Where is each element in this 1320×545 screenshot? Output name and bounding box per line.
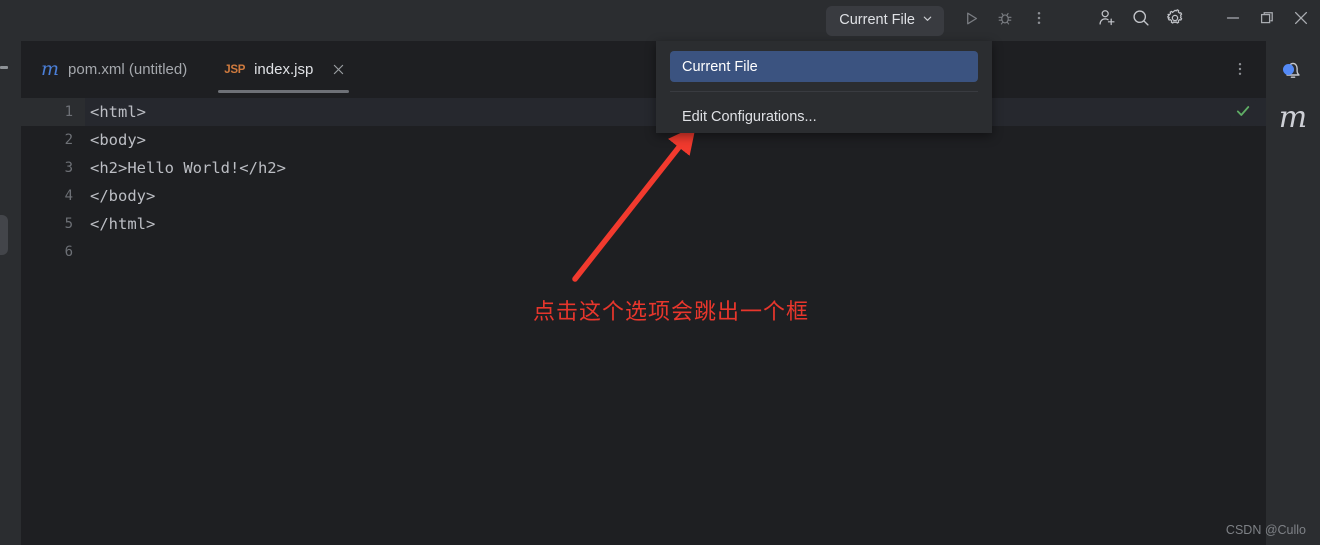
annotation-text: 点击这个选项会跳出一个框 — [533, 300, 810, 325]
editor-tab-bar: m pom.xml (untitled) JSP index.jsp — [21, 41, 1266, 98]
minimize-button[interactable] — [1218, 6, 1248, 36]
maven-tool-icon: m — [1278, 100, 1308, 135]
add-user-icon — [1097, 8, 1117, 33]
run-button[interactable] — [956, 6, 986, 36]
code-line[interactable]: 1 <html> — [21, 98, 1266, 126]
line-number: 5 — [64, 216, 73, 232]
notifications-button[interactable] — [1266, 48, 1320, 92]
more-vertical-icon — [1232, 61, 1248, 82]
close-button[interactable] — [1286, 6, 1316, 36]
system-actions-group — [1088, 6, 1190, 36]
run-configuration-selector[interactable]: Current File — [826, 5, 944, 36]
close-icon — [1291, 8, 1311, 33]
maven-file-icon: m — [41, 58, 60, 80]
gear-icon — [1165, 8, 1185, 33]
line-content: <body> — [90, 131, 146, 149]
editor-tab-label: index.jsp — [254, 61, 314, 78]
run-play-icon — [963, 10, 980, 32]
code-line[interactable]: 5 </html> — [21, 210, 1266, 238]
line-number: 6 — [64, 244, 73, 260]
editor-tab-pom-xml[interactable]: m pom.xml (untitled) — [21, 41, 204, 98]
run-actions-group — [952, 6, 1054, 36]
add-user-button[interactable] — [1092, 6, 1122, 36]
collapsed-tool-window-marker[interactable] — [0, 66, 8, 69]
more-vertical-icon — [1031, 10, 1047, 31]
active-tab-indicator — [218, 90, 350, 93]
checkmark-icon — [1234, 102, 1252, 125]
dropdown-item-label: Edit Configurations... — [682, 108, 817, 125]
window-controls-group — [1214, 6, 1316, 36]
editor-tab-label: pom.xml (untitled) — [68, 61, 188, 78]
settings-button[interactable] — [1160, 6, 1190, 36]
dropdown-item-label: Current File — [682, 58, 758, 75]
line-content: <html> — [90, 103, 146, 121]
dropdown-item-current-file[interactable]: Current File — [670, 51, 978, 82]
tab-list-more-button[interactable] — [1228, 59, 1252, 83]
notifications-bell-icon — [1280, 57, 1306, 83]
ide-window: Current File m m pom.xml (untitled) JSP … — [0, 0, 1320, 545]
code-lines: 1 <html> 2 <body> 3 <h2>Hello World!</h2… — [21, 98, 1266, 266]
line-number: 2 — [64, 132, 73, 148]
line-content: </html> — [90, 215, 156, 233]
debug-bug-icon — [996, 9, 1014, 32]
dropdown-separator — [670, 91, 978, 92]
run-configuration-label: Current File — [839, 12, 915, 29]
right-tool-stripe: m — [1266, 41, 1320, 545]
watermark-label: CSDN @Cullo — [1225, 523, 1306, 537]
code-line[interactable]: 6 — [21, 238, 1266, 266]
line-number: 3 — [64, 160, 73, 176]
line-number: 1 — [64, 104, 73, 120]
notification-badge-dot — [1283, 64, 1294, 75]
search-everywhere-button[interactable] — [1126, 6, 1156, 36]
inspection-status-widget[interactable] — [1228, 100, 1258, 126]
dropdown-item-edit-configurations[interactable]: Edit Configurations... — [670, 101, 978, 132]
line-content: </body> — [90, 187, 156, 205]
maven-tool-button[interactable]: m — [1266, 96, 1320, 140]
line-number: 4 — [64, 188, 73, 204]
tab-close-button[interactable] — [331, 62, 346, 77]
more-actions-button[interactable] — [1024, 6, 1054, 36]
minimize-icon — [1224, 9, 1242, 32]
debug-button[interactable] — [990, 6, 1020, 36]
left-tool-stripe — [0, 41, 21, 545]
search-icon — [1131, 8, 1151, 33]
run-configuration-dropdown: Current File Edit Configurations... — [656, 41, 992, 133]
code-line[interactable]: 2 <body> — [21, 126, 1266, 154]
chevron-down-icon — [922, 13, 933, 28]
code-line[interactable]: 4 </body> — [21, 182, 1266, 210]
maximize-icon — [1258, 9, 1276, 32]
line-content: <h2>Hello World!</h2> — [90, 159, 286, 177]
tool-window-handle[interactable] — [0, 215, 8, 255]
editor-tab-index-jsp[interactable]: JSP index.jsp — [204, 41, 363, 98]
code-line[interactable]: 3 <h2>Hello World!</h2> — [21, 154, 1266, 182]
maximize-button[interactable] — [1252, 6, 1282, 36]
jsp-file-icon: JSP — [224, 63, 246, 76]
title-bar: Current File — [0, 0, 1320, 41]
